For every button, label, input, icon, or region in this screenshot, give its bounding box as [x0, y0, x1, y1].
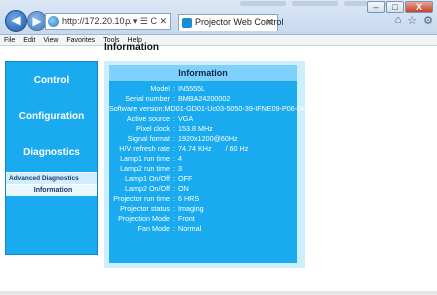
info-value: VGA — [178, 114, 194, 123]
info-separator: : — [173, 184, 175, 193]
info-separator: : — [173, 164, 175, 173]
sidebar-item-configuration[interactable]: Configuration — [6, 102, 97, 132]
info-label: Projection Mode — [118, 214, 170, 223]
info-label: Lamp1 On/Off — [124, 174, 170, 183]
info-value: Normal — [178, 224, 202, 233]
browser-toolbar: – □ X ◀ ▶ http://172.20.10... ρ ▾ ☰ C ✕ … — [0, 0, 437, 35]
v-refresh-value: / 60 Hz — [225, 144, 249, 153]
info-value: Front — [178, 214, 195, 223]
info-separator: : — [173, 84, 175, 93]
info-value: Imaging — [178, 204, 204, 213]
information-heading: Information — [109, 65, 297, 81]
info-label: Lamp1 run time — [120, 154, 170, 163]
info-row-lamp1-run-time: Lamp1 run time:4 — [109, 154, 297, 164]
info-label: Software version — [109, 104, 163, 113]
info-label: Active source — [126, 114, 170, 123]
info-separator: : — [173, 204, 175, 213]
tab-projector-web-control[interactable]: Projector Web Control ✕ — [178, 14, 283, 31]
gear-icon[interactable]: ⚙ — [423, 14, 433, 27]
info-separator: : — [173, 154, 175, 163]
sidebar-item-control[interactable]: Control — [6, 66, 97, 96]
menu-edit[interactable]: Edit — [23, 35, 35, 45]
address-controls[interactable]: ρ ▾ ☰ C ✕ — [125, 14, 167, 29]
info-separator: : — [173, 124, 175, 133]
info-row-lamp2-run-time: Lamp2 run time:3 — [109, 164, 297, 174]
info-separator: : — [173, 134, 175, 143]
info-value: 1920x1200@60Hz — [178, 134, 238, 143]
info-row-software-version: Software version: MD01-GD01-Uc03-5050-39-… — [109, 104, 310, 114]
info-value: IN5555L — [178, 84, 206, 93]
info-separator: : — [173, 114, 175, 123]
status-bar — [0, 291, 437, 295]
info-value: ON — [178, 184, 189, 193]
maximize-button[interactable]: □ — [386, 1, 404, 13]
info-label: Projector run time — [113, 194, 170, 203]
info-value: MD01-GD01-Uc03-5050-39-IFNE09-P06-D04 — [164, 104, 311, 113]
information-panel: Information Model: IN5555L Serial number:… — [104, 61, 310, 268]
info-separator: : — [173, 224, 175, 233]
forward-arrow-icon: ▶ — [32, 14, 42, 28]
info-label: Pixel clock — [136, 124, 170, 133]
info-label: Serial number — [125, 94, 170, 103]
info-row-signal-format: Signal format:1920x1200@60Hz — [109, 134, 297, 144]
sidebar: Control Configuration Diagnostics Advanc… — [5, 61, 98, 255]
page-content: Information Control Configuration Diagno… — [0, 42, 437, 295]
info-label: H/V refresh rate — [119, 144, 170, 153]
info-label: Signal format — [127, 134, 170, 143]
page-title: Information — [104, 42, 159, 53]
menu-file[interactable]: File — [4, 35, 15, 45]
menu-view[interactable]: View — [43, 35, 58, 45]
info-value: BMBA24200002 — [178, 94, 231, 103]
info-label: Fan Mode — [137, 224, 170, 233]
info-separator: : — [173, 194, 175, 203]
back-arrow-icon: ◀ — [11, 13, 21, 27]
sidebar-item-information[interactable]: Information — [6, 184, 97, 196]
close-button[interactable]: X — [405, 1, 433, 13]
info-label: Lamp2 run time — [120, 164, 170, 173]
address-text: http://172.20.10... — [62, 16, 133, 26]
info-value: 74.74 KHz / 60 Hz — [178, 144, 297, 154]
home-icon[interactable]: ⌂ — [395, 14, 402, 27]
window-controls: – □ X — [366, 1, 433, 13]
info-row-active-source: Active source: VGA — [109, 114, 297, 124]
info-row-projector-run-time: Projector run time:6 HRS — [109, 194, 297, 204]
forward-button[interactable]: ▶ — [27, 11, 47, 31]
info-separator: : — [173, 174, 175, 183]
menu-bar: File Edit View Favorites Tools Help — [0, 35, 437, 46]
info-row-lamp2-on-off: Lamp2 On/Off: ON — [109, 184, 297, 194]
info-separator: : — [173, 214, 175, 223]
info-value: 3 — [178, 164, 182, 173]
sidebar-item-advanced-diagnostics[interactable]: Advanced Diagnostics — [6, 172, 97, 184]
info-separator: : — [173, 144, 175, 153]
toolbar-icons: ⌂ ☆ ⚙ — [395, 14, 433, 27]
tab-favicon-icon — [182, 18, 192, 28]
info-row-projector-status: Projector status: Imaging — [109, 204, 297, 214]
info-row-model: Model: IN5555L — [109, 84, 297, 94]
menu-favorites[interactable]: Favorites — [66, 35, 95, 45]
info-value: 153.8 MHz — [178, 124, 213, 133]
sidebar-item-diagnostics[interactable]: Diagnostics — [6, 138, 97, 168]
tab-close-icon[interactable]: ✕ — [265, 15, 273, 30]
info-row-lamp1-on-off: Lamp1 On/Off: OFF — [109, 174, 297, 184]
info-row-refresh-rate: H/V refresh rate:74.74 KHz / 60 Hz — [109, 144, 297, 154]
star-icon[interactable]: ☆ — [407, 14, 417, 27]
address-bar[interactable]: http://172.20.10... ρ ▾ ☰ C ✕ — [45, 13, 171, 30]
info-row-fan-mode: Fan Mode: Normal — [109, 224, 297, 234]
info-row-serial-number: Serial number: BMBA24200002 — [109, 94, 297, 104]
info-value: 4 — [178, 154, 182, 163]
info-value: OFF — [178, 174, 193, 183]
info-label: Model — [150, 84, 170, 93]
minimize-button[interactable]: – — [367, 1, 385, 13]
info-separator: : — [173, 94, 175, 103]
info-value: 6 HRS — [178, 194, 200, 203]
info-label: Lamp2 On/Off — [124, 184, 170, 193]
back-button[interactable]: ◀ — [5, 10, 27, 32]
h-refresh-value: 74.74 KHz — [178, 144, 212, 153]
information-table: Model: IN5555L Serial number: BMBA24200002… — [109, 81, 310, 263]
info-label: Projector status — [120, 204, 170, 213]
info-row-pixel-clock: Pixel clock:153.8 MHz — [109, 124, 297, 134]
ie-page-icon — [48, 16, 59, 27]
info-row-projection-mode: Projection Mode: Front — [109, 214, 297, 224]
